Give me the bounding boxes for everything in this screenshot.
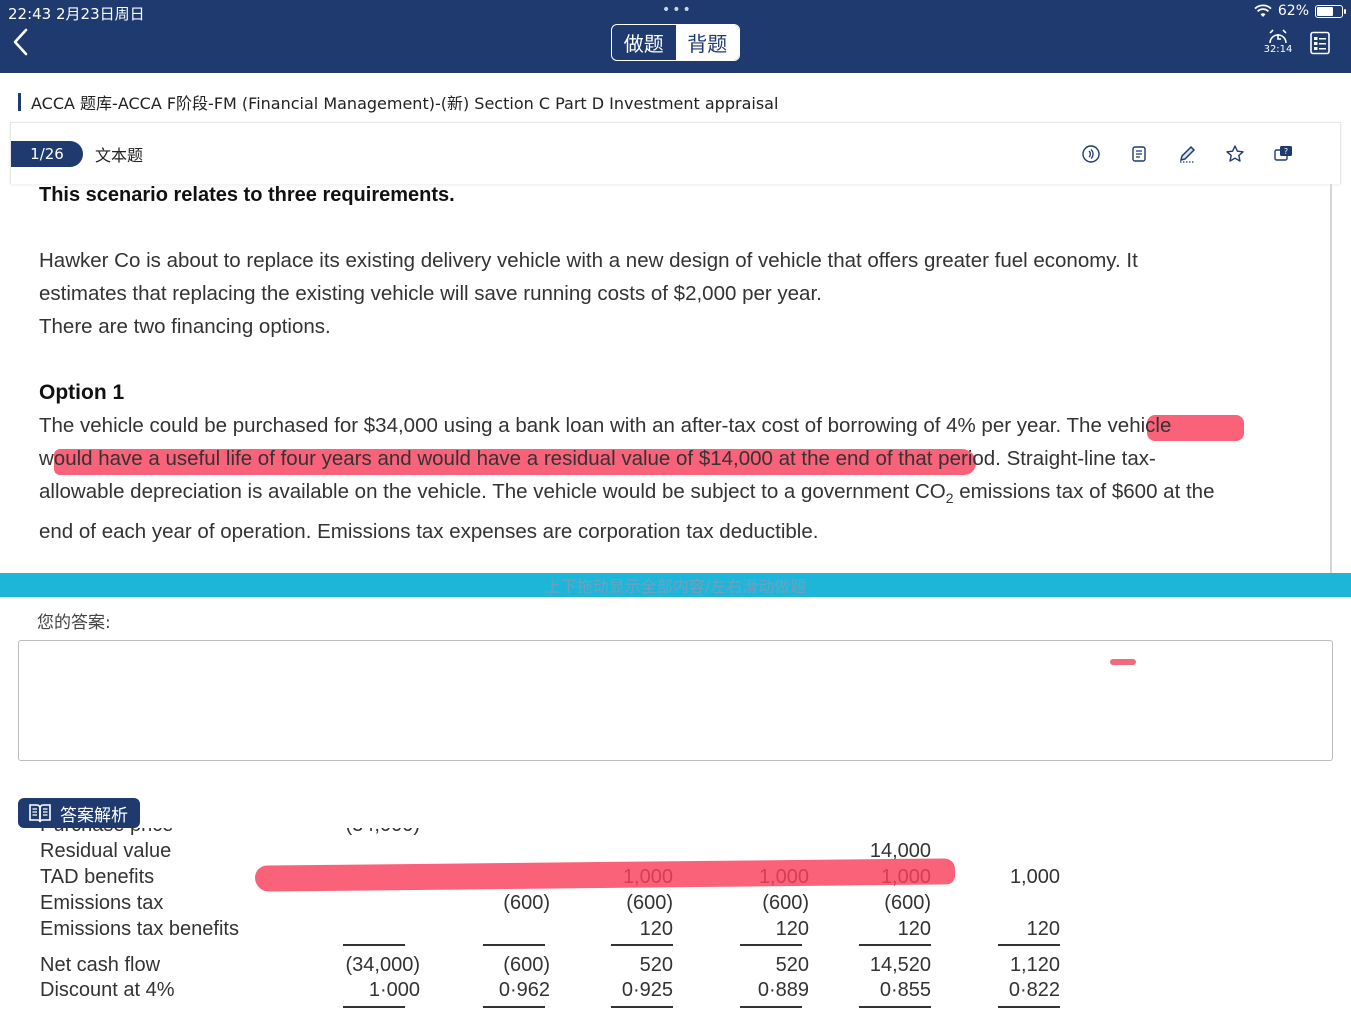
breadcrumb-marker bbox=[18, 93, 21, 111]
table-cell: 0·855 bbox=[879, 979, 931, 1001]
table-cell: (600) bbox=[626, 892, 673, 914]
row-label: Net cash flow bbox=[40, 954, 161, 976]
text-line: estimates that replacing the existing ve… bbox=[39, 282, 822, 305]
table-row: Emissions tax (600) (600) (600) (600) bbox=[0, 892, 1351, 918]
table-cell: 1,000 bbox=[1009, 866, 1060, 888]
total-rule bbox=[611, 944, 673, 946]
table-row: Discount at 4% 1·000 0·962 0·925 0·889 0·855 0… bbox=[0, 979, 1351, 1005]
notes-icon[interactable] bbox=[1128, 143, 1150, 165]
answer-sheet-icon[interactable] bbox=[1309, 31, 1331, 55]
review-mode-tab[interactable]: 背题 bbox=[675, 25, 739, 60]
row-label: TAD benefits bbox=[40, 866, 155, 888]
open-book-icon bbox=[29, 804, 51, 823]
total-rule bbox=[483, 944, 545, 946]
total-rule bbox=[343, 1006, 405, 1008]
question-feedback-icon[interactable]: ? bbox=[1272, 143, 1294, 165]
row-label: Residual value bbox=[40, 840, 172, 862]
total-rule bbox=[998, 1006, 1060, 1008]
battery-percent: 62% bbox=[1277, 3, 1309, 19]
practice-mode-tab[interactable]: 做题 bbox=[612, 25, 676, 60]
total-rule bbox=[998, 944, 1060, 946]
timer[interactable]: 32:14 bbox=[1262, 28, 1294, 58]
svg-text:?: ? bbox=[1284, 147, 1288, 156]
top-bar: 22:43 2月23日周日 ••• 62% 做题 背题 32:14 bbox=[0, 0, 1351, 73]
text-line: emissions tax of $600 at the bbox=[953, 480, 1215, 503]
multitask-dots-icon[interactable]: ••• bbox=[662, 2, 693, 18]
table-cell: 0·822 bbox=[1008, 979, 1060, 1001]
cash-flow-table: Purchase price(34,000)Residual value14,0… bbox=[0, 828, 1351, 1013]
option-1-paragraph: The vehicle could be purchased for $34,0… bbox=[39, 409, 1319, 548]
option-1-title: Option 1 bbox=[39, 381, 125, 404]
table-cell: (600) bbox=[503, 892, 550, 914]
star-icon[interactable] bbox=[1224, 143, 1246, 165]
table-cell: (600) bbox=[503, 954, 550, 976]
table-cell: (34,000) bbox=[345, 954, 421, 976]
table-cell: (600) bbox=[884, 892, 931, 914]
scenario-title: This scenario relates to three requireme… bbox=[39, 184, 455, 206]
total-rule bbox=[740, 1006, 802, 1008]
breadcrumb-text: ACCA 题库-ACCA F阶段-FM (Financial Managemen… bbox=[31, 94, 779, 113]
question-toolbar: ? bbox=[1080, 143, 1294, 165]
subscript: 2 bbox=[945, 490, 954, 507]
scenario-paragraph-1: Hawker Co is about to replace its existi… bbox=[39, 244, 1309, 343]
text-line: allowable depreciation is available on t… bbox=[39, 480, 946, 503]
battery-icon bbox=[1315, 4, 1346, 18]
question-type: 文本题 bbox=[95, 146, 144, 165]
text-line: The vehicle could be purchased for $34,0… bbox=[39, 414, 1172, 437]
table-cell: (34,000) bbox=[320, 828, 421, 837]
row-label: Emissions tax benefits bbox=[40, 918, 239, 940]
text-line: Hawker Co is about to replace its existi… bbox=[39, 249, 1138, 272]
audio-icon[interactable] bbox=[1080, 143, 1102, 165]
table-cell: 1·000 bbox=[368, 979, 420, 1001]
table-cell: (600) bbox=[762, 892, 809, 914]
mode-toggle: 做题 背题 bbox=[611, 24, 740, 61]
answer-analysis-label: 答案解析 bbox=[60, 805, 128, 826]
table-row: Net cash flow (34,000) (600) 520 520 14,520 1,… bbox=[0, 954, 1351, 980]
table-cell: 520 bbox=[639, 954, 673, 976]
wifi-icon bbox=[1254, 4, 1272, 17]
table-cell: 120 bbox=[639, 918, 673, 940]
row-label: Discount at 4% bbox=[40, 979, 175, 1001]
table-cell: 0·962 bbox=[498, 979, 550, 1001]
question-number-badge[interactable]: 1/26 bbox=[11, 141, 83, 167]
text-line: end of each year of operation. Emissions… bbox=[39, 520, 819, 544]
answer-label: 您的答案: bbox=[37, 613, 111, 633]
alarm-clock-icon bbox=[1269, 29, 1287, 44]
pen-icon[interactable] bbox=[1176, 143, 1198, 165]
text-line: would have a useful life of four years a… bbox=[39, 447, 1156, 470]
total-rule bbox=[611, 1006, 673, 1008]
timer-text: 32:14 bbox=[1263, 44, 1293, 55]
total-rule bbox=[740, 944, 802, 946]
table-cell: 14,520 bbox=[869, 954, 931, 976]
table-row: Purchase price (34,000) bbox=[0, 828, 1351, 840]
status-time: 22:43 2月23日周日 bbox=[8, 5, 145, 23]
table-cell: 120 bbox=[897, 918, 931, 940]
total-rule bbox=[343, 944, 405, 946]
table-cell: 1,120 bbox=[1009, 954, 1060, 976]
answer-input[interactable] bbox=[18, 640, 1333, 761]
total-rule bbox=[483, 1006, 545, 1008]
table-cell: 520 bbox=[775, 954, 809, 976]
table-cell: 0·925 bbox=[621, 979, 673, 1001]
row-label: Purchase price bbox=[40, 828, 173, 837]
question-header: 1/26 文本题 ? bbox=[10, 122, 1341, 184]
back-arrow-icon[interactable] bbox=[10, 26, 32, 58]
total-rule bbox=[859, 944, 931, 946]
pen-stroke-mark bbox=[1110, 659, 1136, 665]
row-label: Emissions tax bbox=[40, 892, 164, 914]
answer-analysis-button[interactable]: 答案解析 bbox=[18, 798, 140, 828]
table-cell: 120 bbox=[1026, 918, 1060, 940]
table-row: Emissions tax benefits 120 120 120 120 bbox=[0, 918, 1351, 944]
text-line: There are two financing options. bbox=[39, 315, 331, 338]
drag-hint-bar[interactable]: 上下拖动显示全部内容/左右滑动做题 bbox=[0, 573, 1351, 597]
table-cell: 120 bbox=[775, 918, 809, 940]
scenario-content[interactable]: This scenario relates to three requireme… bbox=[0, 184, 1332, 573]
total-rule bbox=[859, 1006, 931, 1008]
status-right: 62% bbox=[1254, 3, 1346, 19]
breadcrumb: ACCA 题库-ACCA F阶段-FM (Financial Managemen… bbox=[18, 90, 778, 114]
table-cell: 0·889 bbox=[757, 979, 809, 1001]
